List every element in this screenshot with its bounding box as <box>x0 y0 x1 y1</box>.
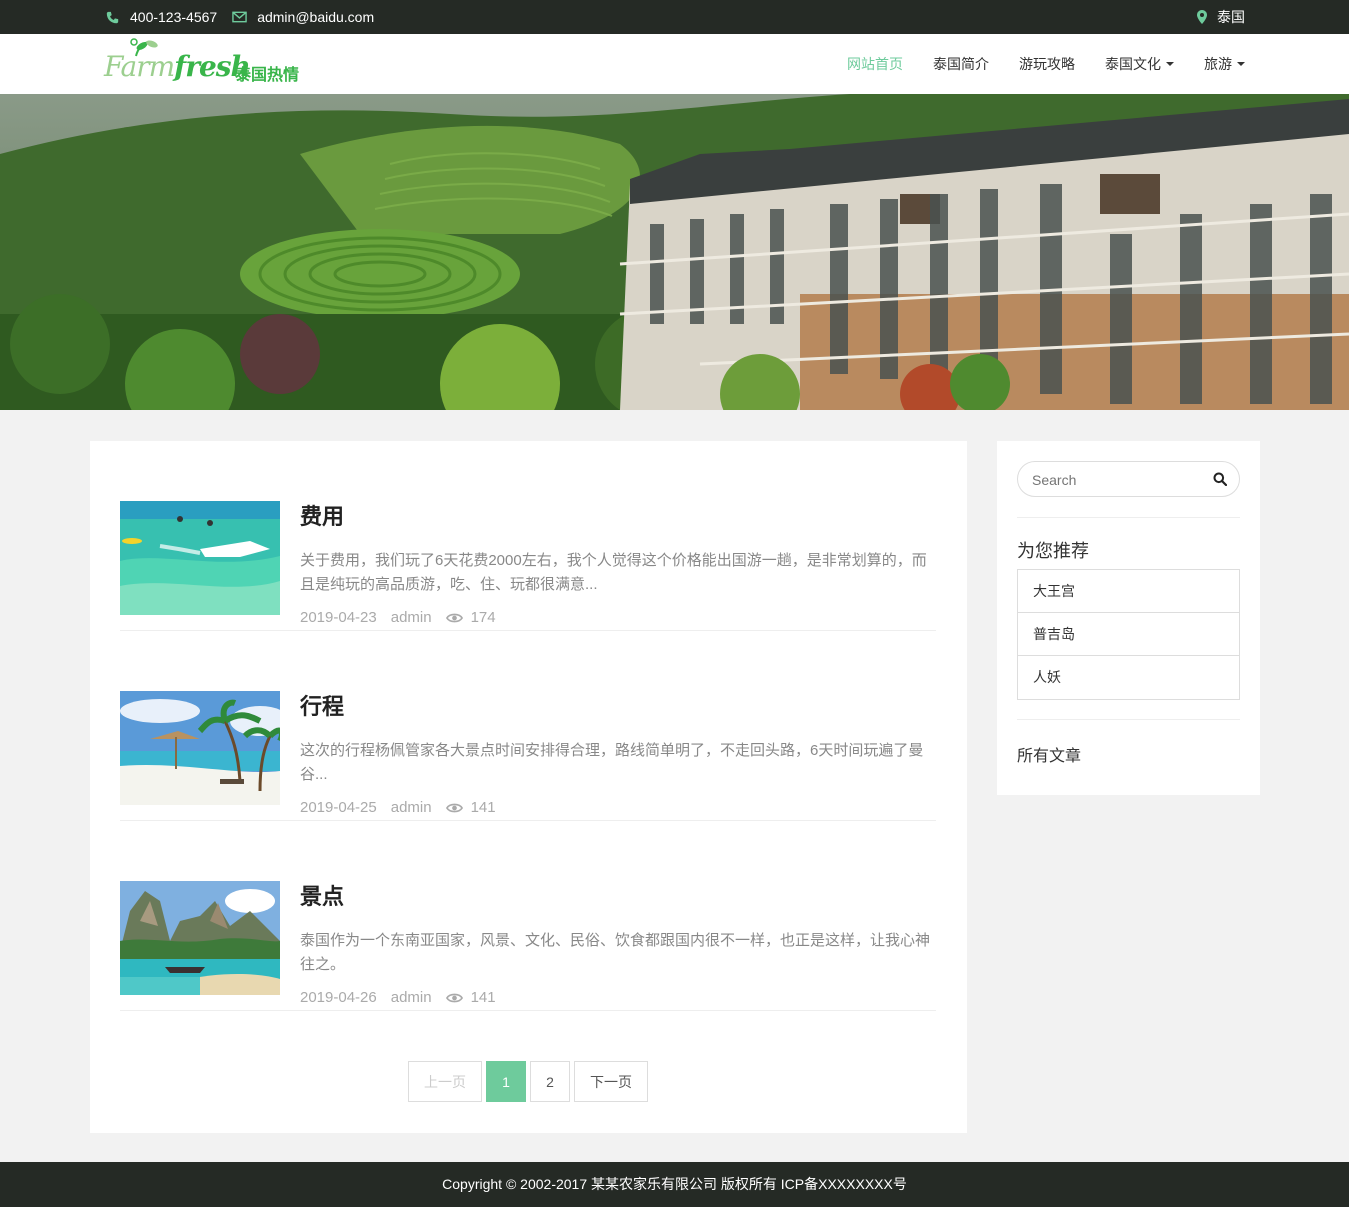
banner-image <box>0 94 1349 410</box>
prev-page-button[interactable]: 上一页 <box>408 1061 482 1102</box>
post-views: 141 <box>470 799 496 816</box>
eye-icon <box>445 992 463 1004</box>
top-bar: 400-123-4567 admin@baidu.com 泰国 <box>0 0 1349 34</box>
envelope-icon <box>231 9 247 25</box>
post-title[interactable]: 费用 <box>300 499 344 531</box>
post-meta: 2019-04-23 admin 174 <box>300 609 510 626</box>
recommend-list: 大王宫 普吉岛 人妖 <box>1017 569 1240 700</box>
post-excerpt: 泰国作为一个东南亚国家，风景、文化、民俗、饮食都跟国内很不一样，也正是这样，让我… <box>300 932 931 973</box>
location-info: 泰国 <box>1197 0 1245 34</box>
contact-info: 400-123-4567 admin@baidu.com <box>104 0 388 34</box>
list-item: 行程 这次的行程杨佩管家各大景点时间安排得合理，路线简单明了，不走回头路，6天时… <box>120 661 936 821</box>
location-label: 泰国 <box>1217 9 1245 25</box>
post-author: admin <box>390 799 432 816</box>
header: Farmfresh 泰国热情 网站首页 泰国简介 游玩攻略 泰国文化 旅游 <box>0 34 1349 94</box>
post-author: admin <box>390 609 432 626</box>
pagination: 上一页 1 2 下一页 <box>408 1061 652 1102</box>
page-2-button[interactable]: 2 <box>530 1061 570 1102</box>
divider <box>1017 719 1240 720</box>
recommend-item[interactable]: 人妖 <box>1018 656 1239 699</box>
hero-banner <box>0 94 1349 410</box>
site-logo[interactable]: Farmfresh 泰国热情 <box>104 38 304 92</box>
recommend-title: 为您推荐 <box>1017 541 1089 561</box>
phone-number: 400-123-4567 <box>130 9 218 25</box>
search-box <box>1017 461 1240 497</box>
phone-icon <box>104 9 120 25</box>
caret-down-icon <box>1166 62 1174 66</box>
logo-wordmark: Farmfresh <box>104 50 251 83</box>
next-page-button[interactable]: 下一页 <box>574 1061 648 1102</box>
footer: Copyright © 2002-2017 某某农家乐有限公司 版权所有 ICP… <box>0 1162 1349 1207</box>
page-1-button[interactable]: 1 <box>486 1061 526 1102</box>
nav-item-travel[interactable]: 旅游 <box>1204 54 1245 74</box>
post-date: 2019-04-23 <box>300 609 377 626</box>
post-meta: 2019-04-25 admin 141 <box>300 799 510 816</box>
list-item: 景点 泰国作为一个东南亚国家，风景、文化、民俗、饮食都跟国内很不一样，也正是这样… <box>120 851 936 1011</box>
map-marker-icon <box>1197 10 1207 24</box>
list-item: 费用 关于费用，我们玩了6天花费2000左右，我个人觉得这个价格能出国游一趟，是… <box>120 471 936 631</box>
caret-down-icon <box>1237 62 1245 66</box>
post-meta: 2019-04-26 admin 141 <box>300 989 510 1006</box>
post-title[interactable]: 景点 <box>300 879 344 911</box>
nav-item-guide[interactable]: 游玩攻略 <box>1019 54 1075 74</box>
search-input[interactable] <box>1032 470 1202 490</box>
post-excerpt: 这次的行程杨佩管家各大景点时间安排得合理，路线简单明了，不走回头路，6天时间玩遍… <box>300 742 924 783</box>
post-views: 174 <box>470 609 496 626</box>
divider <box>1017 517 1240 518</box>
post-title[interactable]: 行程 <box>300 689 344 721</box>
recommend-item[interactable]: 大王宫 <box>1018 570 1239 613</box>
post-date: 2019-04-25 <box>300 799 377 816</box>
email-address: admin@baidu.com <box>257 9 375 25</box>
eye-icon <box>445 802 463 814</box>
post-excerpt: 关于费用，我们玩了6天花费2000左右，我个人觉得这个价格能出国游一趟，是非常划… <box>300 552 927 593</box>
recommend-item[interactable]: 普吉岛 <box>1018 613 1239 656</box>
post-date: 2019-04-26 <box>300 989 377 1006</box>
copyright-text: Copyright © 2002-2017 某某农家乐有限公司 版权所有 ICP… <box>442 1176 907 1192</box>
search-icon[interactable] <box>1213 472 1228 491</box>
nav-item-home[interactable]: 网站首页 <box>847 54 903 74</box>
post-thumbnail[interactable] <box>120 501 280 615</box>
post-thumbnail[interactable] <box>120 881 280 995</box>
main-nav: 网站首页 泰国简介 游玩攻略 泰国文化 旅游 <box>817 34 1245 94</box>
post-views: 141 <box>470 989 496 1006</box>
logo-chinese-name: 泰国热情 <box>235 67 300 84</box>
article-list: 费用 关于费用，我们玩了6天花费2000左右，我个人觉得这个价格能出国游一趟，是… <box>90 441 967 1133</box>
eye-icon <box>445 612 463 624</box>
post-thumbnail[interactable] <box>120 691 280 805</box>
nav-item-culture[interactable]: 泰国文化 <box>1105 54 1174 74</box>
post-author: admin <box>390 989 432 1006</box>
sidebar: 为您推荐 大王宫 普吉岛 人妖 所有文章 <box>997 441 1260 795</box>
nav-item-intro[interactable]: 泰国简介 <box>933 54 989 74</box>
all-articles-link[interactable]: 所有文章 <box>1017 742 1081 766</box>
